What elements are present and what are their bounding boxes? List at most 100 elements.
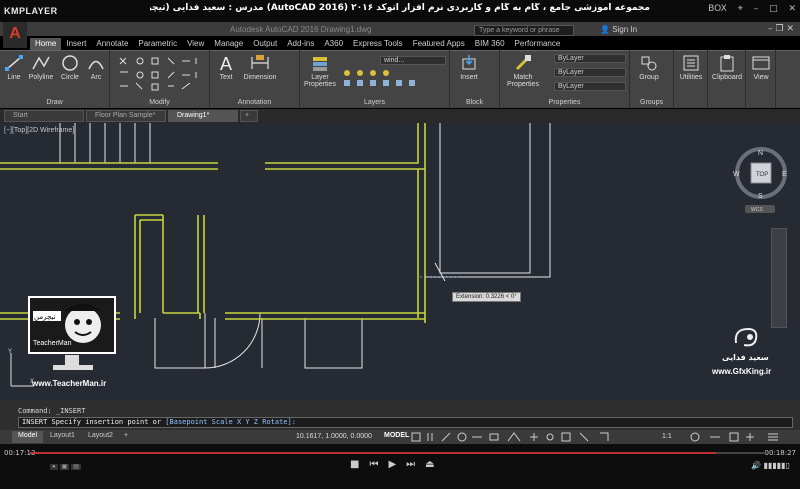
dimension-tool[interactable]: Dimension	[240, 54, 280, 81]
app-window-controls[interactable]: – ❐ ✕	[768, 24, 794, 34]
add-layout-button[interactable]: +	[118, 431, 134, 443]
eject-icon[interactable]: ⏏	[425, 459, 444, 470]
tab-insert[interactable]: Insert	[61, 38, 91, 50]
line-icon	[5, 55, 23, 71]
block-panel-title[interactable]: Block	[450, 99, 499, 106]
compass-south[interactable]: S	[758, 193, 763, 200]
match-properties-tool[interactable]: Match Properties	[506, 54, 540, 88]
svg-text:Y: Y	[8, 349, 12, 355]
app-close-icon[interactable]: ✕	[786, 24, 794, 34]
application-menu-button[interactable]: A	[3, 22, 27, 48]
properties-panel-title[interactable]: Properties	[500, 99, 629, 106]
groups-panel-title[interactable]: Groups	[630, 99, 673, 106]
doc-tab-drawing1[interactable]: Drawing1*	[168, 110, 238, 122]
group-tool[interactable]: Group	[634, 54, 664, 81]
tab-manage[interactable]: Manage	[209, 38, 248, 50]
wcs-menu[interactable]: WCS	[751, 207, 763, 213]
total-time: 00:18:27	[764, 449, 796, 457]
linetype-dropdown[interactable]: ByLayer	[554, 68, 626, 77]
tab-output[interactable]: Output	[248, 38, 282, 50]
group-icon	[641, 56, 657, 71]
compass-north[interactable]: N	[758, 150, 763, 157]
pin-icon[interactable]: ⌖	[738, 4, 743, 14]
text-tool[interactable]: A Text	[214, 54, 238, 81]
player-badges: ● ▣ ▤	[50, 464, 81, 470]
new-tab-button[interactable]: +	[240, 110, 258, 122]
doc-tab-start[interactable]: Start	[4, 110, 84, 122]
layer-tools-icons[interactable]	[342, 68, 442, 88]
gfxking-logo-icon	[734, 327, 758, 347]
draw-panel-title[interactable]: Draw	[0, 99, 109, 106]
viewcube[interactable]: TOP N S E W WCS	[730, 145, 792, 215]
view-panel[interactable]: View	[746, 50, 776, 108]
app-minimize-icon[interactable]: –	[768, 24, 773, 34]
status-toggle-icons[interactable]	[410, 432, 660, 442]
tab-view[interactable]: View	[182, 38, 209, 50]
annotation-scale[interactable]: 1:1	[662, 433, 672, 440]
group-label: Group	[639, 74, 659, 81]
search-input[interactable]: Type a keyword or phrase	[474, 25, 574, 36]
extension-tooltip: Extension: 0.3226 < 0°	[452, 292, 521, 302]
layer-properties-tool[interactable]: Layer Properties	[302, 54, 338, 88]
signin-button[interactable]: 👤 Sign In	[600, 25, 637, 34]
tab-bim360[interactable]: BIM 360	[470, 38, 510, 50]
viewcube-top-label[interactable]: TOP	[756, 172, 768, 178]
navigation-bar[interactable]	[771, 228, 787, 328]
tab-featured-apps[interactable]: Featured Apps	[408, 38, 470, 50]
color-dropdown[interactable]: ByLayer	[554, 54, 626, 63]
prev-icon[interactable]: ⏮	[369, 459, 388, 470]
tab-parametric[interactable]: Parametric	[133, 38, 182, 50]
status-right-icons[interactable]	[690, 432, 790, 442]
compass-west[interactable]: W	[733, 171, 740, 178]
layout-tab-layout2[interactable]: Layout2	[82, 431, 119, 443]
play-icon[interactable]: ▶	[388, 459, 406, 470]
layout-tab-layout1[interactable]: Layout1	[44, 431, 81, 443]
view-label: View	[753, 74, 769, 81]
app-restore-icon[interactable]: ❐	[776, 24, 784, 34]
volume-control[interactable]: 🔊 ▮▮▮▮▮▯	[751, 461, 790, 470]
utilities-tool[interactable]: Utilities	[676, 54, 706, 81]
tab-performance[interactable]: Performance	[510, 38, 566, 50]
tab-home[interactable]: Home	[30, 38, 62, 50]
draw-panel: Line Polyline Circle Arc Draw	[0, 50, 110, 108]
drawing-svg[interactable]	[0, 123, 800, 400]
clipboard-panel[interactable]: Clipboard	[708, 50, 746, 108]
arc-tool[interactable]: Arc	[86, 54, 106, 81]
playback-controls[interactable]: ■⏮▶⏭⏏	[350, 459, 445, 470]
line-tool[interactable]: Line	[4, 54, 24, 81]
next-icon[interactable]: ⏭	[406, 459, 425, 470]
tab-annotate[interactable]: Annotate	[91, 38, 133, 50]
box-label[interactable]: BOX	[708, 4, 727, 14]
layer-dropdown[interactable]: wind...	[380, 56, 446, 65]
modify-tools-icons[interactable]	[116, 56, 204, 92]
layout-tab-model[interactable]: Model	[12, 431, 44, 443]
view-tool[interactable]: View	[748, 54, 774, 81]
annotation-panel-title[interactable]: Annotation	[210, 99, 299, 106]
clipboard-tool[interactable]: Clipboard	[710, 54, 744, 81]
tab-addins[interactable]: Add-ins	[282, 38, 319, 50]
compass-east[interactable]: E	[782, 171, 787, 178]
tab-a360[interactable]: A360	[319, 38, 348, 50]
lineweight-dropdown[interactable]: ByLayer	[554, 82, 626, 91]
watermark-name: سعید فدایی	[722, 353, 769, 362]
command-line-input[interactable]: INSERT Specify insertion point or [Basep…	[18, 417, 793, 428]
model-space-toggle[interactable]: MODEL	[384, 432, 409, 439]
command-options[interactable]: [Basepoint Scale X Y Z Rotate]:	[165, 418, 296, 426]
maximize-icon[interactable]: □	[769, 4, 778, 14]
viewport-controls[interactable]: [−][Top][2D Wireframe]	[4, 127, 74, 134]
insert-tool[interactable]: Insert	[456, 54, 482, 81]
tab-express-tools[interactable]: Express Tools	[348, 38, 408, 50]
seek-bar[interactable]	[30, 452, 768, 454]
doc-tab-floor-plan[interactable]: Floor Plan Sample*	[86, 110, 166, 122]
polyline-tool[interactable]: Polyline	[28, 54, 54, 81]
modify-panel-title[interactable]: Modify	[110, 99, 209, 106]
stop-icon[interactable]: ■	[350, 459, 369, 470]
utilities-panel[interactable]: Utilities	[674, 50, 708, 108]
minimize-icon[interactable]: –	[754, 4, 759, 14]
dimension-icon	[251, 55, 269, 69]
layers-panel-title[interactable]: Layers	[300, 99, 449, 106]
player-window-controls[interactable]: BOX ⌖ – □ ✕	[700, 4, 796, 14]
close-icon[interactable]: ✕	[788, 4, 796, 14]
circle-tool[interactable]: Circle	[58, 54, 82, 81]
drawing-canvas[interactable]: TOP N S E W WCS Y X تیچرمن TeacherMan ww…	[0, 123, 800, 400]
